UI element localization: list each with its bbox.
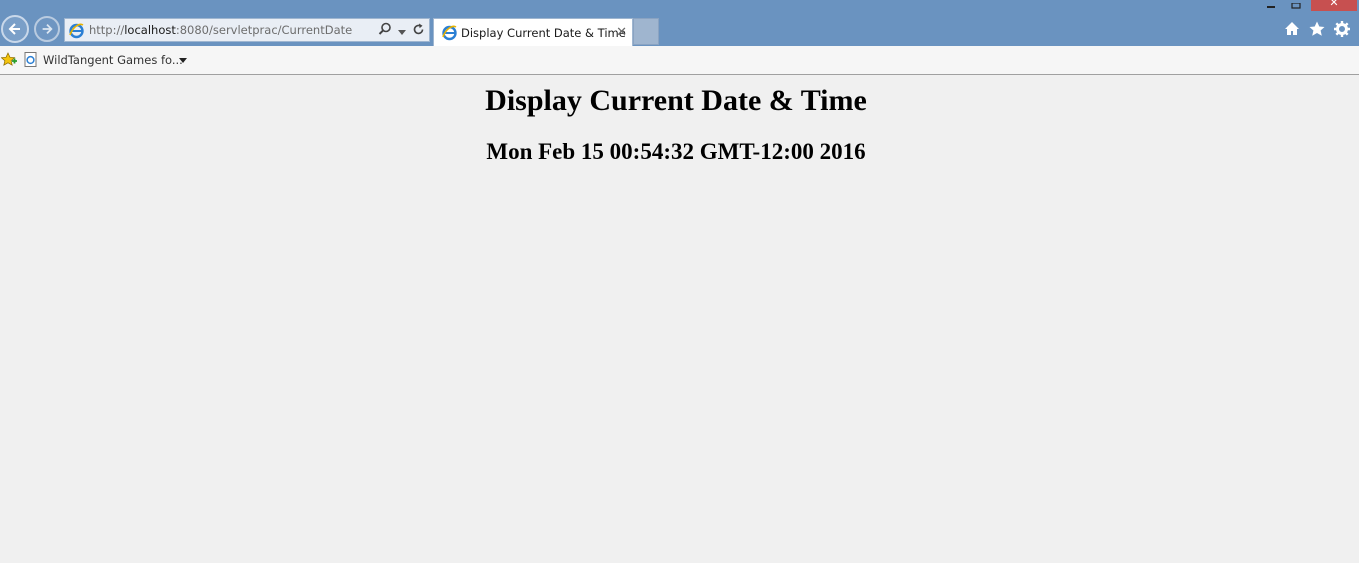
minimize-button[interactable] [1262,0,1280,10]
search-icon[interactable] [378,22,392,41]
tab-display-current-date[interactable]: Display Current Date & Time ✕ [433,18,633,46]
window-close-button[interactable]: ✕ [1311,0,1357,11]
minimize-icon [1267,6,1275,8]
favorites-bar: WildTangent Games fo... [0,46,1359,75]
internet-explorer-icon [442,25,457,41]
gear-icon[interactable] [1333,20,1351,38]
back-button[interactable] [1,15,29,43]
refresh-icon[interactable] [412,23,425,41]
current-date-text: Mon Feb 15 00:54:32 GMT-12:00 2016 [486,139,866,164]
forward-arrow-icon [42,24,53,34]
page-icon [24,52,37,67]
new-tab-button[interactable] [633,18,659,45]
dropdown-arrow-icon[interactable] [398,23,406,41]
close-icon[interactable]: ✕ [616,24,627,40]
page-title: Display Current Date & Time [485,84,867,117]
address-bar[interactable]: http://localhost:8080/servletprac/Curren… [64,18,430,42]
internet-explorer-icon [69,23,84,39]
maximize-button[interactable] [1287,0,1305,10]
address-url[interactable]: http://localhost:8080/servletprac/Curren… [89,23,352,37]
back-arrow-icon [8,23,20,35]
favorite-item-wildtangent[interactable]: WildTangent Games fo... [24,52,183,67]
chevron-down-icon[interactable] [179,58,187,63]
star-icon[interactable] [1308,20,1326,38]
page-content: Display Current Date & Time Mon Feb 15 0… [0,76,1359,563]
add-to-favorites-icon[interactable] [1,52,17,68]
forward-button[interactable] [34,16,60,42]
restore-icon [1291,2,1301,9]
tab-title: Display Current Date & Time [461,26,626,40]
browser-titlebar: http://localhost:8080/servletprac/Curren… [0,0,1359,46]
favorite-item-label: WildTangent Games fo... [43,52,183,67]
home-icon[interactable] [1283,20,1301,38]
